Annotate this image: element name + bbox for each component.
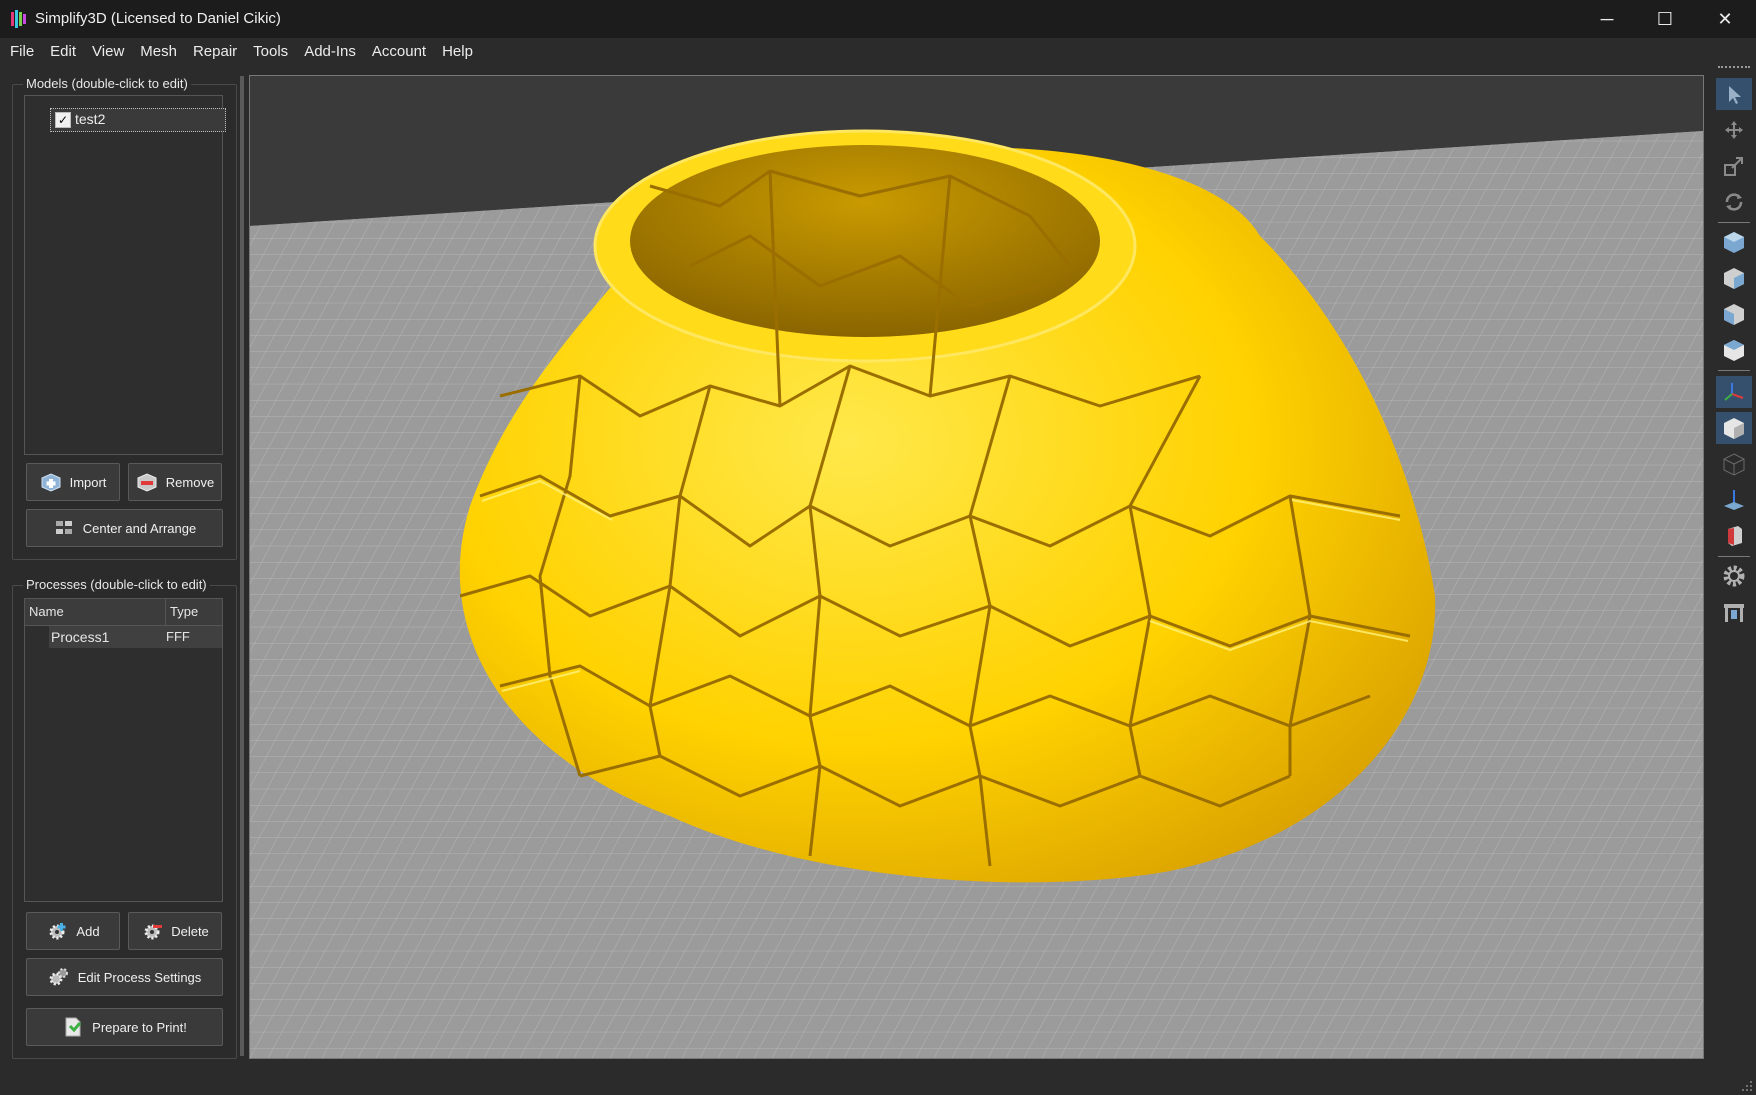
settings-button[interactable] <box>1716 560 1752 592</box>
delete-gear-icon <box>144 924 163 940</box>
view-front-button[interactable] <box>1716 262 1752 294</box>
scale-icon <box>1724 157 1743 176</box>
toolbar-separator <box>1718 556 1750 557</box>
view-front-cube-icon <box>1724 268 1744 289</box>
view-top-button[interactable] <box>1716 334 1752 366</box>
toolbar-grip[interactable] <box>1718 66 1750 70</box>
models-group: Models (double-click to edit) ✓ test2 Im… <box>12 76 237 560</box>
menu-add-ins[interactable]: Add-Ins <box>296 38 364 66</box>
scale-tool-button[interactable] <box>1716 150 1752 182</box>
support-icon <box>1728 526 1742 546</box>
settings-gears-icon <box>49 968 68 986</box>
processes-group: Processes (double-click to edit) Name Ty… <box>12 577 237 1059</box>
remove-label: Remove <box>165 474 215 490</box>
wireframe-view-icon <box>1723 453 1745 476</box>
delete-process-button[interactable]: Delete <box>128 912 222 950</box>
wireframe-view-button[interactable] <box>1716 448 1752 480</box>
cross-section-button[interactable] <box>1716 484 1752 516</box>
axes-icon <box>1724 383 1744 401</box>
models-list[interactable]: ✓ test2 <box>24 95 226 455</box>
add-process-button[interactable]: Add <box>26 912 120 950</box>
minimize-button[interactable]: ─ <box>1578 0 1636 38</box>
close-button[interactable]: ✕ <box>1696 0 1754 38</box>
menu-view[interactable]: View <box>84 38 132 66</box>
arrange-icon <box>55 521 72 534</box>
view-side-cube-icon <box>1724 304 1744 325</box>
maximize-button[interactable]: ☐ <box>1636 0 1694 38</box>
prepare-label: Prepare to Print! <box>92 1019 187 1035</box>
processes-table[interactable]: Name Type Process1 FFF <box>24 598 223 902</box>
printer-icon <box>1724 604 1744 622</box>
model-list-item[interactable]: ✓ test2 <box>50 108 226 132</box>
processes-table-header: Name Type <box>25 599 222 626</box>
model-vase-opening <box>630 145 1100 337</box>
center-label: Center and Arrange <box>82 520 197 536</box>
add-gear-icon <box>49 923 66 940</box>
table-row[interactable]: Process1 FFF <box>49 626 222 648</box>
model-visible-checkbox[interactable]: ✓ <box>55 112 71 128</box>
process-name: Process1 <box>51 629 110 645</box>
support-button[interactable] <box>1716 520 1752 552</box>
select-tool-button[interactable] <box>1716 78 1752 110</box>
edit-process-settings-button[interactable]: Edit Process Settings <box>26 958 223 996</box>
select-arrow-icon <box>1729 86 1741 104</box>
panel-splitter[interactable] <box>240 76 244 1056</box>
menu-repair[interactable]: Repair <box>185 38 245 66</box>
move-icon <box>1725 121 1743 139</box>
view-default-cube-icon <box>1724 232 1744 253</box>
viewport-scene <box>250 76 1703 1058</box>
prepare-print-icon <box>65 1017 82 1037</box>
model-name: test2 <box>75 111 106 127</box>
process-type: FFF <box>166 629 190 644</box>
resize-grip-icon[interactable] <box>1741 1080 1753 1092</box>
menu-mesh[interactable]: Mesh <box>132 38 185 66</box>
toolbar-separator <box>1718 222 1750 223</box>
import-icon <box>41 473 61 492</box>
processes-group-title: Processes (double-click to edit) <box>23 577 210 592</box>
add-label: Add <box>76 923 100 939</box>
3d-viewport[interactable] <box>249 75 1704 1059</box>
menu-bar: File Edit View Mesh Repair Tools Add-Ins… <box>0 38 1756 66</box>
rotate-tool-button[interactable] <box>1716 186 1752 218</box>
prepare-to-print-button[interactable]: Prepare to Print! <box>26 1008 223 1046</box>
printer-button[interactable] <box>1716 596 1752 628</box>
delete-label: Delete <box>171 923 209 939</box>
column-header-type[interactable]: Type <box>166 599 222 625</box>
simplify3d-logo-icon <box>11 10 26 28</box>
solid-view-button[interactable] <box>1716 412 1752 444</box>
title-bar: Simplify3D (Licensed to Daniel Cikic) ─ … <box>0 0 1756 38</box>
view-toolbar <box>1712 60 1756 660</box>
menu-file[interactable]: File <box>2 38 42 66</box>
solid-view-icon <box>1724 418 1744 439</box>
rotate-icon <box>1725 193 1743 211</box>
import-button[interactable]: Import <box>26 463 120 501</box>
view-default-button[interactable] <box>1716 226 1752 258</box>
edit-process-label: Edit Process Settings <box>77 969 202 985</box>
cross-section-icon <box>1724 490 1744 510</box>
toolbar-separator <box>1718 370 1750 371</box>
show-axes-button[interactable] <box>1716 376 1752 408</box>
view-side-button[interactable] <box>1716 298 1752 330</box>
view-top-cube-icon <box>1724 340 1744 361</box>
remove-icon <box>137 473 157 492</box>
window-title: Simplify3D (Licensed to Daniel Cikic) <box>35 10 281 27</box>
menu-edit[interactable]: Edit <box>42 38 84 66</box>
column-header-name[interactable]: Name <box>25 599 166 625</box>
menu-tools[interactable]: Tools <box>245 38 296 66</box>
menu-help[interactable]: Help <box>434 38 481 66</box>
center-and-arrange-button[interactable]: Center and Arrange <box>26 509 223 547</box>
move-tool-button[interactable] <box>1716 114 1752 146</box>
menu-account[interactable]: Account <box>364 38 434 66</box>
settings-gear-icon <box>1723 565 1745 587</box>
remove-button[interactable]: Remove <box>128 463 222 501</box>
import-label: Import <box>69 474 107 490</box>
models-group-title: Models (double-click to edit) <box>23 76 191 91</box>
